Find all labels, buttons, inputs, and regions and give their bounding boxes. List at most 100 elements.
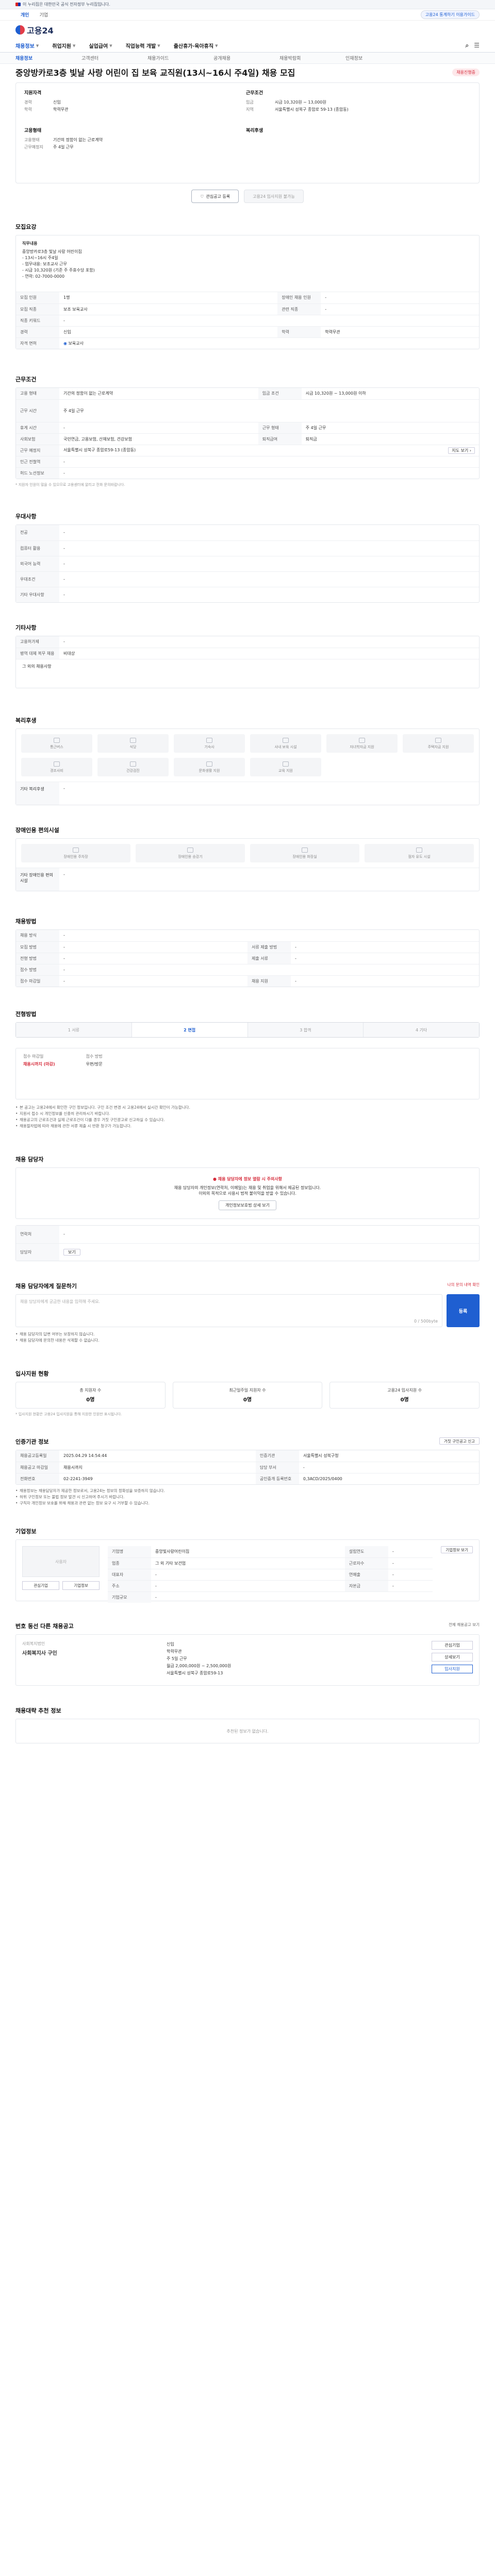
facility-item: 장애인용 승강기 [136, 844, 245, 862]
menu-icon[interactable]: ☰ [474, 42, 480, 49]
table-header-cell: 대표자 [108, 1568, 151, 1580]
section-title: 복리후생 [15, 717, 37, 724]
detail-button[interactable]: 상세보기 [432, 1653, 473, 1662]
step-item: 1 서류 [16, 1023, 132, 1037]
welfare-item: 식당 [97, 734, 169, 753]
nav-jobs[interactable]: 채용정보 ▼ [15, 42, 39, 50]
table-header-cell: 경력 [16, 326, 59, 337]
chevron-down-icon: ▼ [109, 43, 112, 48]
facility-item: 장애인용 주차장 [21, 844, 130, 862]
similar-card[interactable]: 사회복지법인 사회복지사 구인 신입 학력무관 주 5일 근무 월급 2,000… [15, 1634, 480, 1686]
tab-business[interactable]: 기업 [35, 11, 54, 18]
nav-leave[interactable]: 출산휴가·육아휴직 ▼ [174, 42, 218, 50]
section-title: 기업정보 [15, 1528, 37, 1535]
apply-button[interactable]: 고용24 입사지원 불가능 [244, 190, 304, 203]
table-header-cell: 고용허가제 [16, 636, 59, 648]
nav-unemployment[interactable]: 실업급여 ▼ [89, 42, 112, 50]
note-item: 허위 구인정보 또는 불법 정보 발견 시 신고하여 주시기 바랍니다. [15, 1494, 480, 1500]
report-button[interactable]: 거짓 구인공고 신고 [439, 1437, 480, 1445]
submit-question-button[interactable]: 등록 [447, 1294, 480, 1327]
favorite-company-button[interactable]: 관심기업 [22, 1581, 59, 1590]
section-title: 채용 담당자 [15, 1156, 44, 1163]
nav-training[interactable]: 직업능력 개발 ▼ [126, 42, 160, 50]
save-job-button[interactable]: ♡ 관심공고 등록 [191, 190, 239, 203]
qna-notes: 채용 담당자의 답변 여부는 보장하지 않습니다. 채용 담당자에 문의한 내용… [15, 1331, 480, 1344]
nav-label: 채용정보 [15, 44, 35, 49]
subnav-item[interactable]: 고객센터 [81, 55, 147, 61]
question-input[interactable]: 채용 담당자에게 궁금한 내용을 입력해 주세요. 0 / 500byte [15, 1294, 442, 1327]
steps-info-col: 접수 마감일 채용시까지 (마감) [23, 1054, 55, 1094]
table-cell: - [151, 1568, 345, 1580]
summary-row: 학력 학력무관 [24, 106, 241, 113]
culture-icon [206, 761, 212, 767]
table-row: 우대조건 - [16, 571, 479, 587]
view-contact-button[interactable]: 보기 [63, 1248, 80, 1256]
logo-icon [15, 25, 25, 35]
table-cell: - [63, 639, 65, 645]
subnav-item[interactable]: 채용정보 [15, 55, 81, 61]
table-cell: - [291, 952, 479, 964]
summary-key: 학력 [24, 107, 32, 112]
apply-method-section: 채용방법 채용 방식 - 모집 방법 - 서류 제출 방법 - 전형 방법 - 제출 서류 -… [0, 917, 495, 987]
table-cell: - [59, 571, 479, 587]
subnav-item[interactable]: 공개채용 [213, 55, 279, 61]
usage-guide-link[interactable]: 고용24 통계하기 이용가이드 [420, 10, 480, 19]
map-button[interactable]: 지도 보기 › [448, 447, 475, 454]
summary-row: 지역 서울특별시 성북구 종암로 59-13 (종암동) [246, 106, 463, 113]
table-header-cell: 인근 전철역 [16, 455, 59, 467]
table-header-cell: 연락처 [16, 1226, 59, 1243]
agency-notes: 채용정보는 채용담당자가 제공한 정보로서, 고용24는 정보의 정확성을 보증… [15, 1488, 480, 1506]
welfare-item: 통근버스 [21, 734, 92, 753]
table-row: 접수 마감일 - 채용 지원 - [16, 975, 479, 987]
table-cell: - [299, 1461, 479, 1473]
education-icon [283, 761, 289, 767]
section-title: 입사지원 현황 [15, 1370, 49, 1377]
etc-table: 고용허가제 - 병역 대체 복무 채용 비대상 [16, 636, 479, 659]
welfare-label: 식당 [129, 744, 137, 749]
table-cell: - [59, 455, 479, 467]
company-more-button[interactable]: 기업정보 보기 [441, 1546, 473, 1553]
table-header-cell: 모집 직종 [16, 303, 59, 315]
subnav-item[interactable]: 인재정보 [345, 55, 411, 61]
facility-label: 장애인용 승강기 [178, 854, 203, 859]
company-info-button[interactable]: 기업정보 [62, 1581, 100, 1590]
apply-method-box: 채용 방식 - 모집 방법 - 서류 제출 방법 - 전형 방법 - 제출 서류 - 접수 방… [15, 929, 480, 987]
my-inquiry-link[interactable]: 나의 문의 내역 확인 [448, 1282, 480, 1294]
table-header-cell: 공인중개 등록번호 [255, 1472, 299, 1484]
health-icon [130, 761, 136, 767]
summary-key: 근무예정지 [24, 145, 43, 149]
welfare-item: 건강검진 [97, 758, 169, 776]
table-row: 경력 신입 학력 학력무관 [16, 326, 479, 337]
table-header-cell: 임금 조건 [258, 388, 302, 399]
apply-job-button[interactable]: 입사지원 [432, 1665, 473, 1673]
stat-card: 최근일주일 지원자 수 0명 [172, 1382, 323, 1409]
disabled-grid: 장애인용 주차장 장애인용 승강기 장애인용 화장실 점자 유도 시설 [16, 839, 479, 868]
subnav-item[interactable]: 채용가이드 [147, 55, 213, 61]
preference-box: 전공 - 컴퓨터 활용 - 외국어 능력 - 우대조건 - 기타 우대사항 - [15, 524, 480, 603]
similar-meta-item: 학력무관 [167, 1649, 182, 1654]
table-header-cell: 컴퓨터 활용 [16, 540, 59, 556]
tab-personal[interactable]: 개인 [15, 11, 35, 18]
steps-info-value: 채용시까지 (마감) [23, 1062, 55, 1066]
summary-right-title: 근무조건 [246, 91, 263, 96]
subnav-item[interactable]: 채용박람회 [279, 55, 345, 61]
gift-icon [54, 761, 60, 767]
company-logo-area: 사용자 관심기업 기업정보 [22, 1546, 100, 1595]
welfare-etc: 기타 복리후생 - [16, 782, 479, 805]
title-row: 중앙방카로3층 빛날 사랑 어린이 집 보육 교직원(13시~16시 주4일) … [0, 64, 495, 78]
all-jobs-link[interactable]: 전체 채용공고 보기 [449, 1622, 480, 1634]
facility-item: 장애인용 화장실 [250, 844, 359, 862]
favorite-button[interactable]: 관심기업 [432, 1641, 473, 1650]
privacy-detail-button[interactable]: 개인정보보호법 상세 보기 [218, 1200, 277, 1210]
sub-nav: 채용정보 고객센터 채용가이드 공개채용 채용박람회 인재정보 [0, 53, 495, 64]
logo[interactable]: 고용24 [15, 24, 54, 36]
contact-section: 채용 담당자 ● 채용 담당자에 정보 열람 시 주의사항 채용 담당자의 개인… [0, 1155, 495, 1261]
table-cell: 보조 보육교사 [59, 303, 278, 315]
nav-support[interactable]: 취업지원 ▼ [52, 42, 75, 50]
welfare-label: 문화생활 지원 [199, 768, 220, 773]
table-header-cell: 인증기관 [255, 1450, 299, 1462]
disabled-etc-label: 기타 장애인용 편의시설 [16, 868, 59, 891]
search-icon[interactable]: ⌕ [466, 42, 469, 49]
agency-header: 인증기관 정보 거짓 구인공고 신고 [15, 1437, 480, 1450]
table-cell: - [291, 941, 479, 953]
